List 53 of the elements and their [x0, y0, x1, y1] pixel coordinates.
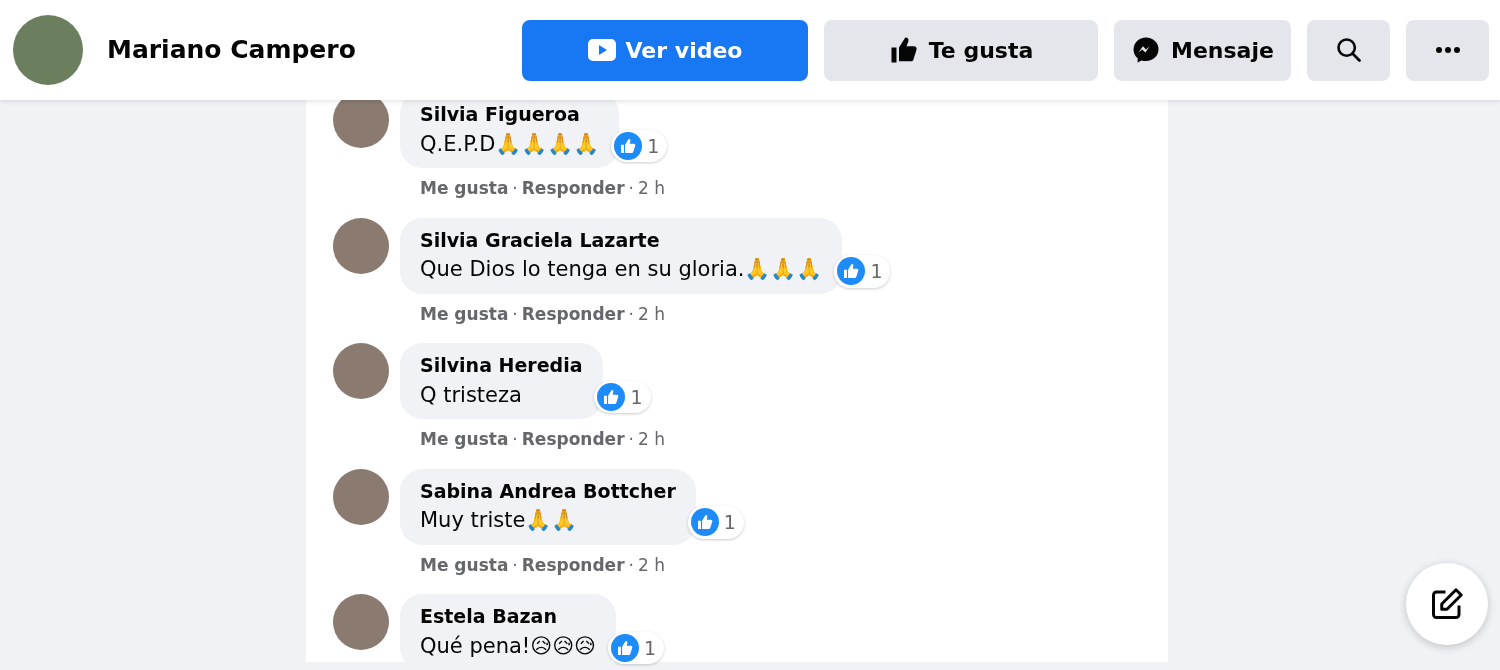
like-link[interactable]: Me gusta	[420, 301, 509, 327]
like-link[interactable]: Me gusta	[420, 427, 509, 453]
edit-icon	[1429, 586, 1465, 622]
action-button[interactable]: Ver video	[522, 19, 808, 81]
search-icon	[1334, 36, 1363, 64]
reaction-count[interactable]: 1	[687, 506, 744, 539]
comment-text: Qué pena!😥😥😥	[420, 632, 596, 660]
like-link[interactable]: Me gusta	[420, 552, 509, 578]
search-button[interactable]	[1307, 19, 1390, 81]
more-icon	[1434, 46, 1461, 54]
comment-author[interactable]: Sabina Andrea Bottcher	[420, 476, 676, 505]
separator-dot: ·	[512, 177, 518, 200]
reaction-count[interactable]: 1	[594, 380, 651, 413]
comment-time[interactable]: 2 h	[637, 427, 665, 453]
reply-link[interactable]: Responder	[521, 301, 625, 327]
comment-author[interactable]: Silvia Figueroa	[420, 100, 600, 129]
play-icon	[587, 38, 616, 62]
like-icon	[597, 382, 626, 411]
comment-text: Q tristeza	[420, 381, 523, 409]
comment-text: Que Dios lo tenga en su gloria.🙏🙏🙏	[420, 256, 823, 283]
avatar-photo	[333, 343, 389, 399]
avatar-photo	[333, 100, 389, 148]
reaction-count[interactable]: 1	[834, 255, 891, 288]
comment-text: Muy triste🙏🙏	[420, 507, 579, 534]
reaction-count[interactable]: 1	[607, 631, 664, 664]
action-button[interactable]: Te gusta	[824, 19, 1098, 81]
like-icon	[614, 131, 643, 160]
action-button[interactable]: Mensaje	[1114, 19, 1291, 81]
like-icon	[690, 508, 719, 537]
separator-dot: ·	[628, 553, 634, 577]
comment-author[interactable]: Silvia Graciela Lazarte	[420, 225, 823, 254]
separator-dot: ·	[628, 302, 634, 326]
comment-text: Q.E.P.D🙏🙏🙏🙏	[420, 130, 600, 158]
like-icon	[610, 633, 639, 662]
comment-time[interactable]: 2 h	[637, 552, 665, 578]
separator-dot: ·	[512, 302, 518, 326]
separator-dot: ·	[628, 428, 634, 451]
page-name: Mariano Campero	[107, 34, 356, 67]
reply-link[interactable]: Responder	[521, 176, 625, 202]
like-icon	[837, 257, 866, 286]
comment-time[interactable]: 2 h	[637, 301, 665, 327]
comment-time[interactable]: 2 h	[637, 176, 665, 202]
comment-author[interactable]: Silvina Heredia	[420, 351, 583, 380]
compose-button[interactable]	[1406, 563, 1488, 645]
separator-dot: ·	[512, 553, 518, 577]
avatar-photo	[333, 594, 389, 650]
separator-dot: ·	[628, 177, 634, 200]
comment-author[interactable]: Estela Bazan	[420, 602, 596, 631]
reply-link[interactable]: Responder	[521, 427, 625, 453]
like-link[interactable]: Me gusta	[420, 176, 509, 202]
reaction-count[interactable]: 1	[611, 129, 668, 162]
separator-dot: ·	[512, 428, 518, 451]
reply-link[interactable]: Responder	[521, 552, 625, 578]
